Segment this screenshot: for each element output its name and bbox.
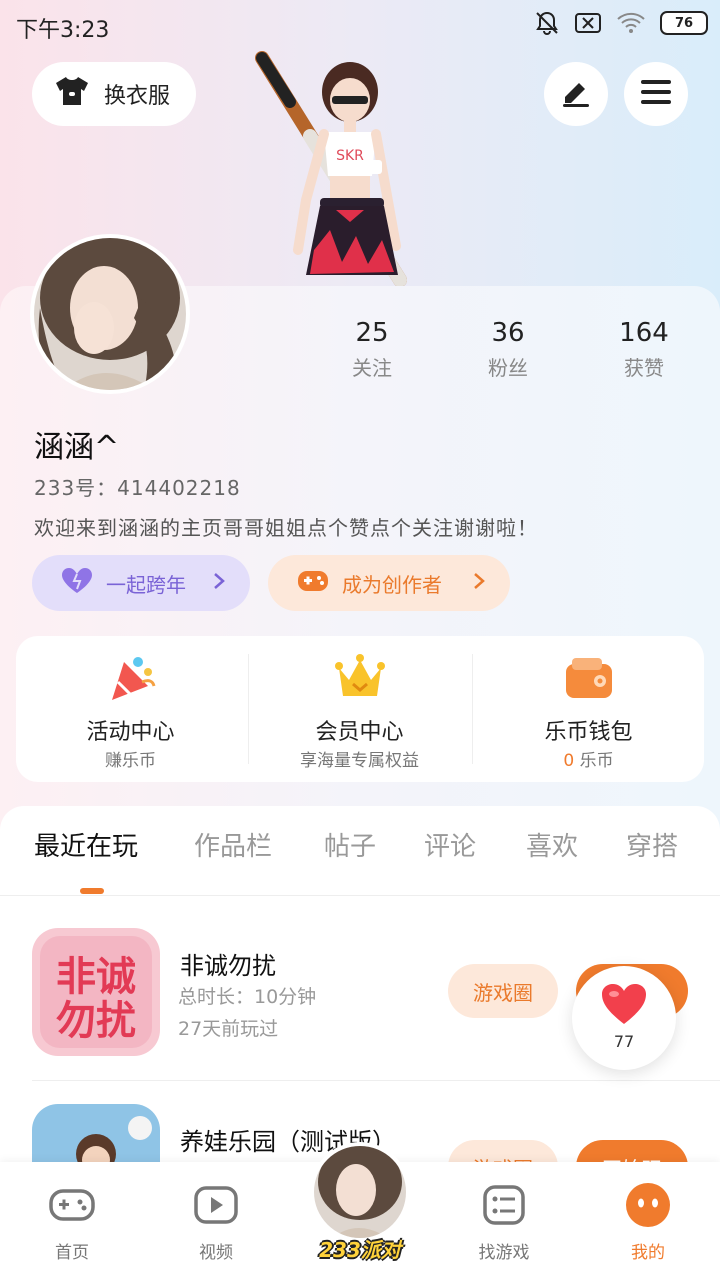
coin-unit: 乐币 [579,751,614,771]
shirt-icon [54,75,90,113]
game-icon-text-bottom: 勿扰 [56,998,136,1044]
user-avatar[interactable] [30,234,190,394]
gamepad-icon [296,567,330,600]
status-bar: 下午3:23 76 [0,0,720,50]
nav-video-label: 视频 [199,1243,233,1263]
tab-outfits[interactable]: 穿搭 [626,826,678,863]
stat-likes-value: 164 [619,318,669,348]
heart-icon [600,982,648,1030]
stat-following-value: 25 [355,318,389,348]
game-name: 非诚勿扰 [180,952,276,980]
crown-icon [333,652,387,706]
member-center-subtitle: 享海量专属权益 [300,751,419,771]
nav-find-games-label: 找游戏 [478,1243,530,1263]
chevron-right-icon [472,571,486,596]
smile-face-icon [623,1180,673,1230]
activity-center-subtitle: 赚乐币 [105,751,156,771]
wallet-icon [562,652,616,706]
menu-icon [639,77,673,111]
nav-home[interactable]: 首页 [22,1180,122,1263]
feature-card: 活动中心 赚乐币 会员中心 享海量专属权益 乐币钱包 0 乐币 [16,636,704,782]
activity-center-title: 活动中心 [86,720,175,745]
profile-screen: 下午3:23 76 换衣服 SKR 25 关注 36 粉丝 164 获赞 涵涵^… [0,0,720,1280]
party-popper-icon [104,652,158,706]
new-year-event-button[interactable]: 一起跨年 [32,555,250,611]
party-avatar-photo [314,1146,406,1238]
edit-profile-button[interactable] [544,62,608,126]
nav-home-label: 首页 [55,1243,89,1263]
avatar-photo [34,238,186,390]
game-duration: 总时长：10分钟 [178,986,317,1008]
character-avatar[interactable]: SKR [250,50,440,290]
game-icon-text-top: 非诚 [56,954,136,1000]
stat-following[interactable]: 25 关注 [312,318,432,381]
game-icon: 非诚 勿扰 [32,928,160,1056]
coin-wallet-subtitle: 0 乐币 [474,746,703,771]
floating-like-button[interactable]: 77 [572,966,676,1070]
tabs-divider [0,895,720,896]
coin-wallet[interactable]: 乐币钱包 0 乐币 [474,636,703,782]
sim-off-icon [574,12,602,34]
new-year-event-label: 一起跨年 [106,572,186,597]
nav-me[interactable]: 我的 [598,1180,698,1263]
stat-followers-label: 粉丝 [488,356,528,380]
stat-likes[interactable]: 164 获赞 [584,318,704,381]
tab-recently-played[interactable]: 最近在玩 [34,826,138,863]
pen-icon [559,75,593,113]
gamepad-icon [47,1180,97,1230]
coin-wallet-title: 乐币钱包 [544,720,633,745]
bell-muted-icon [534,10,560,36]
active-tab-indicator [80,888,104,894]
game-circle-button[interactable]: 游戏圈 [448,964,558,1018]
coin-balance: 0 [563,751,575,771]
like-count: 77 [613,1032,635,1051]
wifi-icon [616,11,646,35]
stat-followers-value: 36 [491,318,525,348]
become-creator-label: 成为创作者 [342,572,442,597]
status-time: 下午3:23 [16,18,110,43]
svg-text:SKR: SKR [336,148,364,164]
list-divider [32,1080,720,1081]
status-icons: 76 [534,10,708,36]
member-center-title: 会员中心 [315,720,404,745]
nav-video[interactable]: 视频 [166,1180,266,1263]
become-creator-button[interactable]: 成为创作者 [268,555,510,611]
user-nickname: 涵涵^ [34,430,120,465]
stat-following-label: 关注 [352,356,392,380]
member-center[interactable]: 会员中心 享海量专属权益 [245,636,474,782]
user-bio: 欢迎来到涵涵的主页哥哥姐姐点个赞点个关注谢谢啦！ [34,516,538,540]
battery-indicator: 76 [660,11,708,35]
stat-likes-label: 获赞 [624,356,664,380]
change-outfit-label: 换衣服 [104,84,171,109]
stat-followers[interactable]: 36 粉丝 [448,318,568,381]
nav-party-label[interactable]: 233派对 [306,1234,414,1263]
user-id[interactable]: 233号：414402218 [34,472,241,501]
tab-works[interactable]: 作品栏 [194,826,272,863]
nav-me-label: 我的 [631,1243,665,1263]
nav-party-avatar[interactable] [310,1142,410,1242]
tab-likes[interactable]: 喜欢 [526,826,578,863]
activity-center[interactable]: 活动中心 赚乐币 [16,636,245,782]
nav-find-games[interactable]: 找游戏 [454,1180,554,1263]
menu-button[interactable] [624,62,688,126]
play-video-icon [191,1180,241,1230]
game-last-played: 27天前玩过 [178,1018,279,1040]
tab-comments[interactable]: 评论 [424,826,476,863]
chevron-right-icon [212,571,226,596]
list-icon [479,1180,529,1230]
tab-posts[interactable]: 帖子 [324,826,376,863]
change-outfit-button[interactable]: 换衣服 [32,62,196,126]
feature-divider [472,654,473,764]
heart-icon [60,567,94,600]
